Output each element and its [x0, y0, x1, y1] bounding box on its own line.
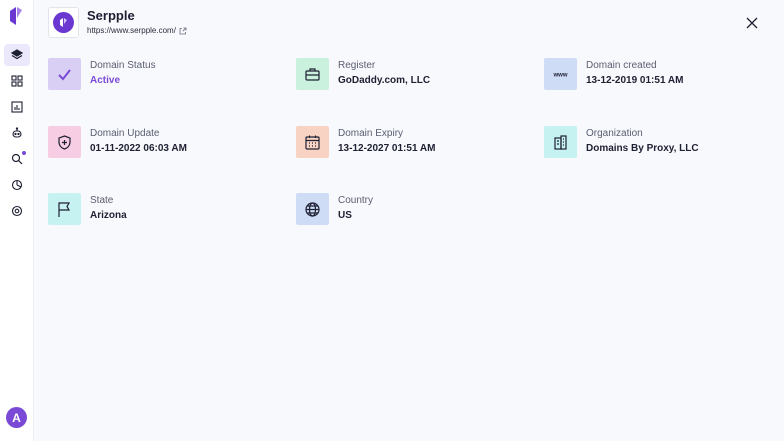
svg-text:www: www [552, 72, 567, 78]
register-icon-box [296, 58, 329, 90]
state-value: Arizona [90, 210, 127, 221]
state-icon-box [48, 193, 81, 225]
serpple-logo-icon [60, 18, 67, 27]
gear-icon [11, 205, 23, 217]
domain-created-value: 13-12-2019 01:51 AM [586, 75, 684, 86]
site-name: Serpple [87, 8, 135, 23]
domain-created-icon-box: www [544, 58, 577, 90]
pie-chart-icon [11, 179, 23, 191]
domain-expiry-icon-box [296, 126, 329, 158]
sidebar-item-layers[interactable] [4, 44, 30, 66]
www-icon: www [552, 72, 567, 78]
domain-update-icon-box [48, 126, 81, 158]
sidebar-item-dashboard[interactable] [4, 70, 30, 92]
country-card: Country US [296, 193, 516, 227]
domain-update-label: Domain Update [90, 128, 160, 139]
avatar[interactable]: A [6, 407, 27, 428]
grid-icon [11, 75, 23, 87]
site-logo [48, 7, 79, 38]
domain-expiry-label: Domain Expiry [338, 128, 404, 139]
organization-card: Organization Domains By Proxy, LLC [544, 126, 764, 160]
domain-created-label: Domain created [586, 60, 657, 71]
country-icon-box [296, 193, 329, 225]
organization-value: Domains By Proxy, LLC [586, 143, 699, 154]
sidebar-item-settings[interactable] [4, 200, 30, 222]
sidebar-item-reports[interactable] [4, 96, 30, 118]
domain-created-card: www Domain created 13-12-2019 01:51 AM [544, 58, 764, 92]
sidebar-item-bot[interactable] [4, 122, 30, 144]
country-value: US [338, 210, 352, 221]
flag-icon [58, 201, 71, 217]
organization-label: Organization [586, 128, 643, 139]
organization-icon-box [544, 126, 577, 158]
layers-icon [11, 49, 23, 60]
site-url-text[interactable]: https://www.serpple.com/ [87, 26, 176, 35]
shield-plus-icon [58, 134, 71, 150]
robot-icon [12, 127, 22, 138]
domain-expiry-card: Domain Expiry 13-12-2027 01:51 AM [296, 126, 516, 160]
sidebar: A [0, 0, 34, 441]
notification-dot [22, 151, 26, 155]
register-card: Register GoDaddy.com, LLC [296, 58, 516, 92]
state-label: State [90, 195, 114, 206]
site-url-link[interactable]: https://www.serpple.com/ [87, 26, 187, 35]
sidebar-item-analytics[interactable] [4, 174, 30, 196]
bar-chart-icon [11, 101, 23, 113]
checkmark-icon [58, 68, 71, 81]
country-label: Country [338, 195, 374, 206]
app-logo[interactable] [9, 6, 23, 26]
external-link-icon[interactable] [179, 27, 187, 35]
briefcase-icon [305, 67, 320, 81]
sidebar-item-search[interactable] [4, 148, 30, 170]
domain-status-value: Active [90, 75, 121, 86]
close-button[interactable] [744, 15, 760, 31]
register-label: Register [338, 60, 376, 71]
state-card: State Arizona [48, 193, 268, 227]
domain-status-icon-box [48, 58, 81, 90]
building-icon [554, 134, 567, 150]
domain-update-value: 01-11-2022 06:03 AM [90, 143, 187, 154]
domain-status-label: Domain Status [90, 60, 156, 71]
calendar-icon [305, 135, 320, 150]
search-icon [11, 153, 23, 165]
domain-expiry-value: 13-12-2027 01:51 AM [338, 143, 436, 154]
domain-status-card: Domain Status Active [48, 58, 268, 92]
domain-update-card: Domain Update 01-11-2022 06:03 AM [48, 126, 268, 160]
globe-icon [305, 201, 320, 217]
register-value: GoDaddy.com, LLC [338, 75, 431, 86]
close-icon [746, 17, 758, 29]
